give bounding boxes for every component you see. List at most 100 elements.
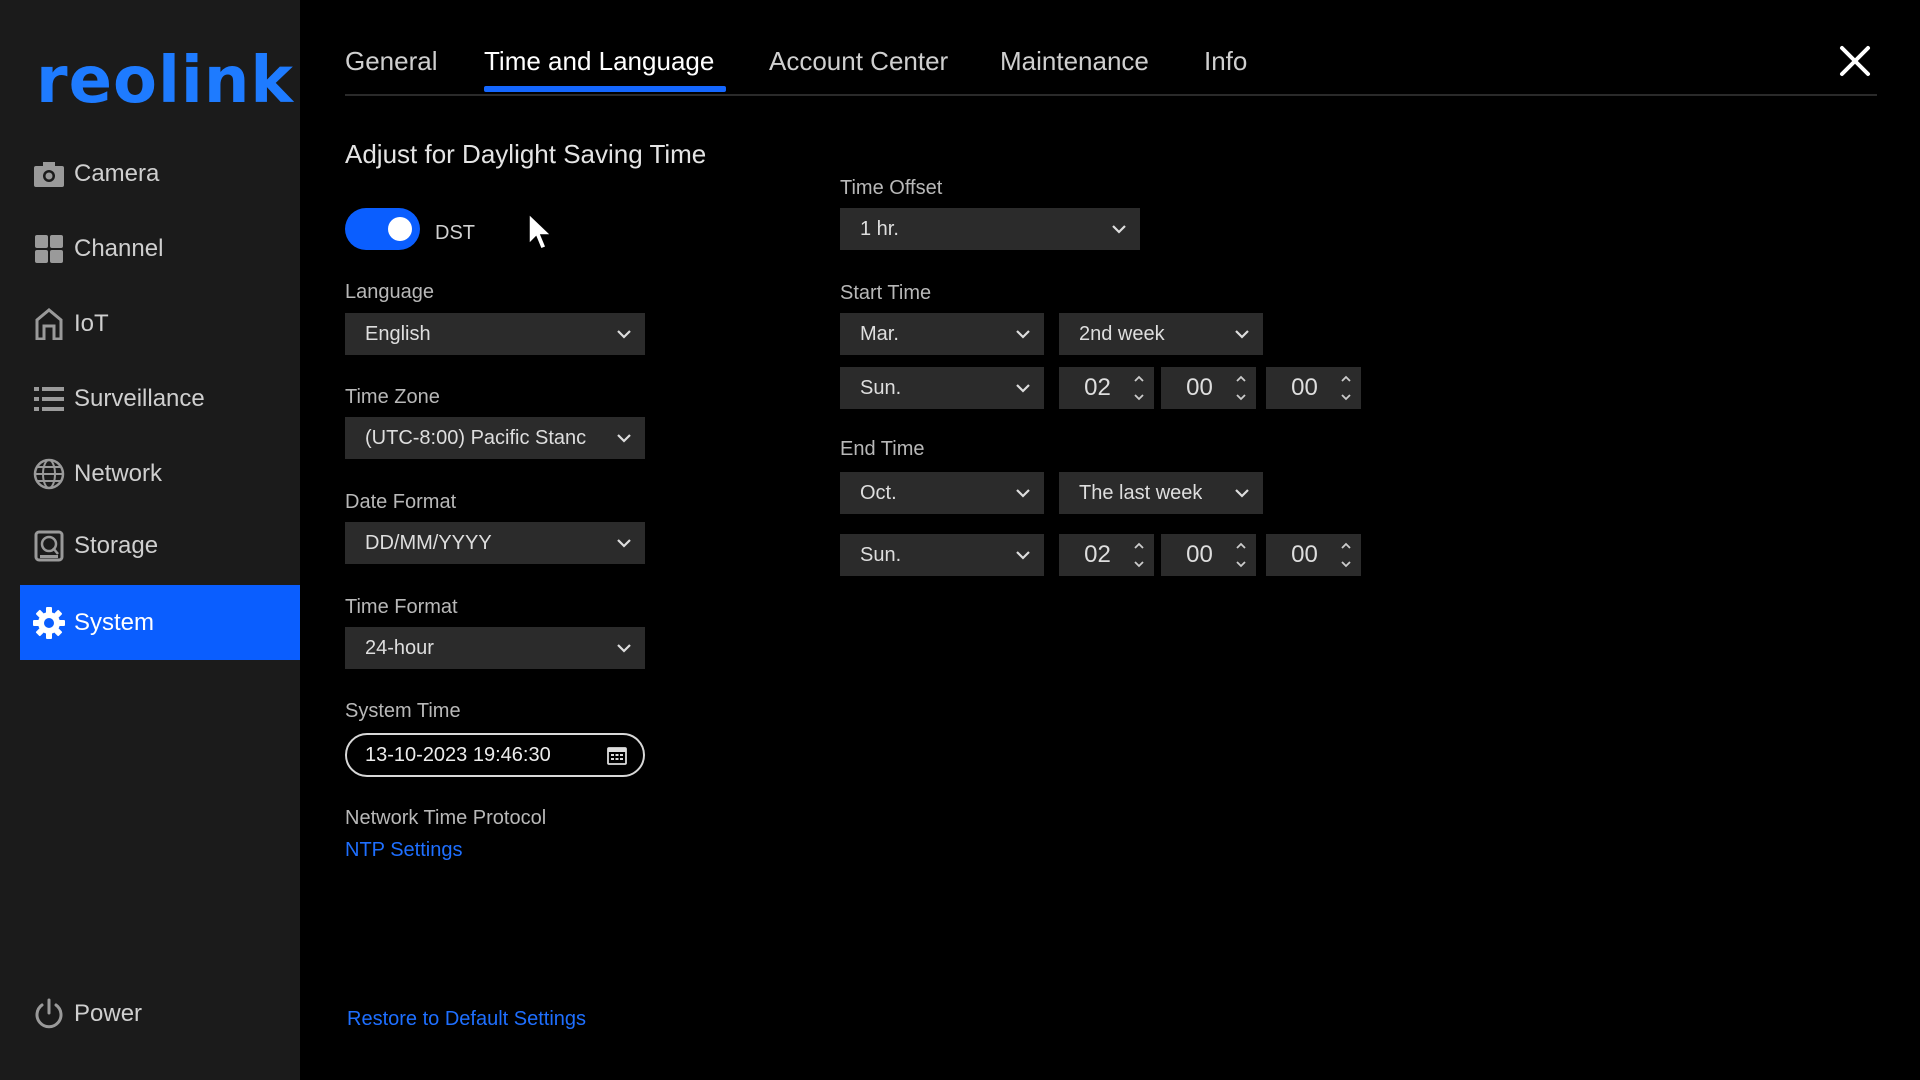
date-format-value: DD/MM/YYYY	[365, 531, 492, 554]
list-icon	[32, 382, 66, 416]
end-hour-stepper[interactable]: 02	[1059, 534, 1154, 576]
start-week-value: 2nd week	[1079, 322, 1165, 345]
start-minute-stepper[interactable]: 00	[1161, 367, 1256, 409]
end-minute-stepper[interactable]: 00	[1161, 534, 1256, 576]
stepper-arrows-icon	[1236, 375, 1246, 401]
chevron-down-icon	[617, 539, 631, 548]
system-time-value: 13-10-2023 19:46:30	[365, 743, 551, 766]
ntp-label: Network Time Protocol	[345, 807, 547, 829]
end-week-select[interactable]: The last week	[1059, 472, 1263, 514]
end-week-value: The last week	[1079, 481, 1203, 504]
time-offset-select[interactable]: 1 hr.	[840, 208, 1140, 250]
start-hour-value: 02	[1084, 374, 1111, 401]
ntp-settings-link[interactable]: NTP Settings	[345, 839, 462, 862]
time-zone-label: Time Zone	[345, 386, 440, 408]
power-icon	[32, 997, 66, 1031]
start-day-value: Sun.	[860, 376, 902, 399]
date-format-select[interactable]: DD/MM/YYYY	[345, 522, 645, 564]
sidebar-item-label: IoT	[74, 309, 109, 337]
end-second-value: 00	[1291, 541, 1318, 568]
tab-general[interactable]: General	[345, 46, 438, 77]
chevron-down-icon	[1016, 384, 1030, 393]
tab-info[interactable]: Info	[1204, 46, 1247, 77]
sidebar-item-iot[interactable]: IoT	[20, 286, 300, 361]
chevron-down-icon	[1016, 330, 1030, 339]
sidebar-item-network[interactable]: Network	[20, 436, 300, 511]
time-zone-value: (UTC-8:00) Pacific Stanc	[365, 426, 587, 449]
language-value: English	[365, 322, 431, 345]
sidebar-item-storage[interactable]: Storage	[20, 508, 300, 583]
calendar-icon	[607, 747, 627, 765]
sidebar-item-channel[interactable]: Channel	[20, 211, 300, 286]
end-second-stepper[interactable]: 00	[1266, 534, 1361, 576]
start-minute-value: 00	[1186, 374, 1213, 401]
sidebar-item-label: System	[74, 608, 155, 636]
time-format-label: Time Format	[345, 596, 458, 618]
stepper-arrows-icon	[1341, 542, 1351, 568]
sidebar-item-system[interactable]: System	[20, 585, 300, 660]
sidebar-item-label: Network	[74, 459, 163, 487]
restore-default-link[interactable]: Restore to Default Settings	[347, 1008, 586, 1031]
start-hour-stepper[interactable]: 02	[1059, 367, 1154, 409]
camera-icon	[32, 157, 66, 191]
end-day-value: Sun.	[860, 543, 902, 566]
tab-maintenance[interactable]: Maintenance	[1000, 46, 1149, 77]
language-label: Language	[345, 281, 434, 303]
start-month-value: Mar.	[860, 322, 899, 345]
dst-section-title: Adjust for Daylight Saving Time	[345, 139, 707, 169]
sidebar-item-label: Camera	[74, 159, 160, 187]
end-minute-value: 00	[1186, 541, 1213, 568]
start-week-select[interactable]: 2nd week	[1059, 313, 1263, 355]
end-month-select[interactable]: Oct.	[840, 472, 1044, 514]
power-button[interactable]: Power	[20, 976, 300, 1051]
language-select[interactable]: English	[345, 313, 645, 355]
time-zone-select[interactable]: (UTC-8:00) Pacific Stanc	[345, 417, 645, 459]
sidebar-item-camera[interactable]: Camera	[20, 136, 300, 211]
time-offset-label: Time Offset	[840, 177, 943, 199]
sidebar-item-label: Surveillance	[74, 384, 205, 412]
stepper-arrows-icon	[1134, 542, 1144, 568]
start-second-value: 00	[1291, 374, 1318, 401]
end-hour-value: 02	[1084, 541, 1111, 568]
start-time-label: Start Time	[840, 282, 932, 304]
stepper-arrows-icon	[1134, 375, 1144, 401]
reolink-logo: reolink	[36, 44, 294, 118]
chevron-down-icon	[1016, 551, 1030, 560]
stepper-arrows-icon	[1341, 375, 1351, 401]
close-icon	[1840, 46, 1870, 76]
date-format-label: Date Format	[345, 491, 457, 513]
end-time-label: End Time	[840, 438, 925, 460]
time-offset-value: 1 hr.	[860, 217, 899, 240]
start-month-select[interactable]: Mar.	[840, 313, 1044, 355]
globe-icon	[32, 457, 66, 491]
close-button[interactable]	[1838, 44, 1872, 78]
dst-label: DST	[435, 222, 475, 244]
chevron-down-icon	[1016, 489, 1030, 498]
power-label: Power	[74, 999, 143, 1027]
stepper-arrows-icon	[1236, 542, 1246, 568]
dst-toggle[interactable]	[345, 208, 420, 250]
grid-icon	[32, 232, 66, 266]
mouse-cursor-icon	[528, 212, 553, 250]
chevron-down-icon	[617, 434, 631, 443]
sidebar-item-label: Channel	[74, 234, 164, 262]
active-tab-indicator	[484, 86, 726, 92]
time-format-value: 24-hour	[365, 636, 434, 659]
chevron-down-icon	[1235, 489, 1249, 498]
system-time-label: System Time	[345, 700, 461, 722]
toggle-knob	[388, 217, 412, 241]
sidebar-item-surveillance[interactable]: Surveillance	[20, 361, 300, 436]
chevron-down-icon	[617, 330, 631, 339]
start-second-stepper[interactable]: 00	[1266, 367, 1361, 409]
chevron-down-icon	[617, 644, 631, 653]
storage-icon	[32, 529, 66, 563]
home-icon	[32, 307, 66, 341]
start-day-select[interactable]: Sun.	[840, 367, 1044, 409]
chevron-down-icon	[1112, 225, 1126, 234]
tab-time-and-language[interactable]: Time and Language	[484, 46, 714, 77]
tab-account-center[interactable]: Account Center	[769, 46, 948, 77]
system-time-picker[interactable]: 13-10-2023 19:46:30	[345, 733, 645, 777]
end-month-value: Oct.	[860, 481, 897, 504]
time-format-select[interactable]: 24-hour	[345, 627, 645, 669]
end-day-select[interactable]: Sun.	[840, 534, 1044, 576]
